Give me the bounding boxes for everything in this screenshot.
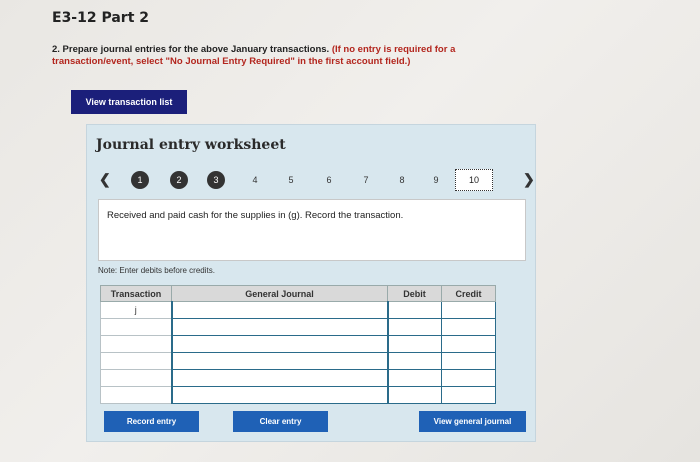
step-6[interactable]: 6 (320, 171, 338, 189)
transaction-cell[interactable] (100, 386, 172, 404)
account-field[interactable] (170, 318, 389, 336)
credit-field[interactable] (441, 352, 496, 370)
credit-field[interactable] (441, 386, 496, 404)
step-10[interactable]: 10 (455, 169, 493, 191)
note-label: Note: Enter debits before credits. (98, 266, 215, 275)
chevron-left-icon[interactable]: ❮ (99, 171, 111, 188)
debit-field[interactable] (387, 386, 442, 404)
account-field[interactable] (170, 335, 389, 353)
header-debit: Debit (387, 285, 442, 302)
journal-row: j (100, 301, 496, 319)
account-field[interactable] (170, 369, 389, 387)
action-bar: Record entry Clear entry View general jo… (87, 411, 537, 435)
header-general-journal: General Journal (171, 285, 388, 302)
step-7[interactable]: 7 (357, 171, 375, 189)
instructions: 2. Prepare journal entries for the above… (52, 44, 522, 68)
journal-entry-worksheet: Journal entry worksheet ❮ 1 2 3 4 5 6 7 … (86, 124, 536, 442)
transaction-cell[interactable] (100, 335, 172, 353)
debit-field[interactable] (387, 352, 442, 370)
journal-header-row: Transaction General Journal Debit Credit (100, 285, 496, 302)
journal-row (100, 352, 496, 370)
step-3[interactable]: 3 (207, 171, 225, 189)
account-field[interactable] (170, 352, 389, 370)
transaction-description: Received and paid cash for the supplies … (98, 199, 526, 261)
step-5[interactable]: 5 (282, 171, 300, 189)
transaction-cell[interactable]: j (100, 301, 172, 319)
journal-table: Transaction General Journal Debit Credit… (100, 285, 496, 404)
journal-row (100, 386, 496, 404)
chevron-right-icon[interactable]: ❯ (523, 171, 535, 188)
header-credit: Credit (441, 285, 496, 302)
instructions-text: 2. Prepare journal entries for the above… (52, 44, 330, 55)
step-4[interactable]: 4 (246, 171, 264, 189)
account-field[interactable] (170, 301, 389, 319)
debit-field[interactable] (387, 301, 442, 319)
view-general-journal-button[interactable]: View general journal (419, 411, 526, 432)
journal-body: j (100, 301, 496, 404)
credit-field[interactable] (441, 335, 496, 353)
transaction-stepper: ❮ 1 2 3 4 5 6 7 8 9 10 ❯ (87, 165, 537, 195)
account-field[interactable] (170, 386, 389, 404)
journal-row (100, 318, 496, 336)
credit-field[interactable] (441, 318, 496, 336)
header-transaction: Transaction (100, 285, 172, 302)
page-title: E3-12 Part 2 (52, 10, 150, 26)
debit-field[interactable] (387, 335, 442, 353)
journal-row (100, 335, 496, 353)
step-1[interactable]: 1 (131, 171, 149, 189)
view-transaction-list-button[interactable]: View transaction list (71, 90, 187, 114)
transaction-cell[interactable] (100, 369, 172, 387)
debit-field[interactable] (387, 318, 442, 336)
debit-field[interactable] (387, 369, 442, 387)
clear-entry-button[interactable]: Clear entry (233, 411, 328, 432)
credit-field[interactable] (441, 301, 496, 319)
worksheet-title: Journal entry worksheet (96, 137, 286, 153)
transaction-cell[interactable] (100, 352, 172, 370)
step-8[interactable]: 8 (393, 171, 411, 189)
step-2[interactable]: 2 (170, 171, 188, 189)
transaction-cell[interactable] (100, 318, 172, 336)
credit-field[interactable] (441, 369, 496, 387)
journal-row (100, 369, 496, 387)
record-entry-button[interactable]: Record entry (104, 411, 199, 432)
step-9[interactable]: 9 (427, 171, 445, 189)
